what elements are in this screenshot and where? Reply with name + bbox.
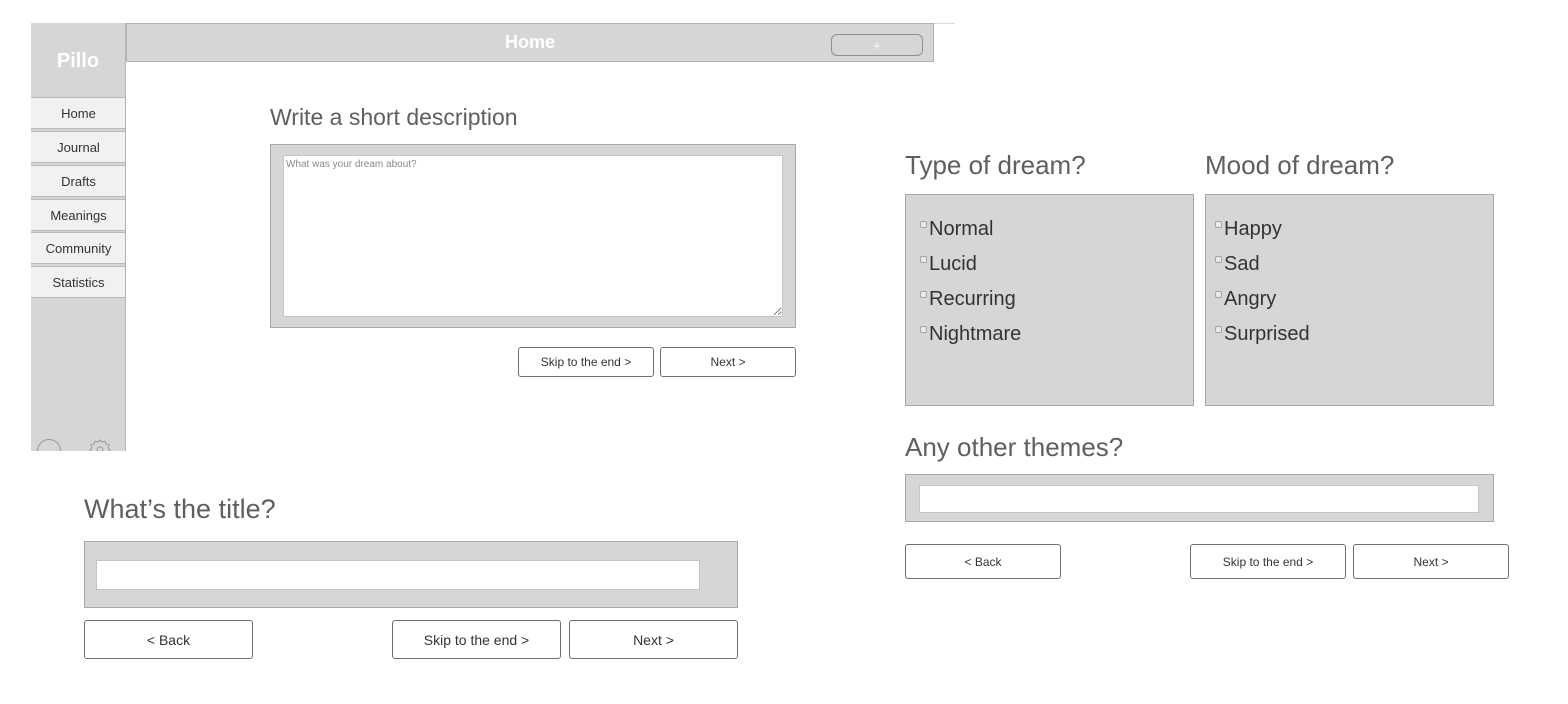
avatar-icon[interactable]	[37, 439, 61, 451]
dream-description-textarea[interactable]	[283, 155, 783, 317]
checkbox[interactable]	[1215, 221, 1222, 228]
back-button[interactable]: < Back	[905, 544, 1061, 579]
next-button[interactable]: Next >	[569, 620, 738, 659]
other-themes-input[interactable]	[919, 485, 1479, 513]
option-normal[interactable]: Normal	[920, 215, 993, 249]
sidebar-item-label: Home	[61, 105, 96, 121]
skip-to-end-button[interactable]: Skip to the end >	[392, 620, 561, 659]
checkbox[interactable]	[1215, 326, 1222, 333]
sidebar: Pillo Home Journal Drafts Meanings Commu…	[31, 23, 126, 451]
option-sad[interactable]: Sad	[1215, 250, 1260, 284]
title-input[interactable]	[96, 560, 700, 590]
option-label: Recurring	[929, 288, 1016, 310]
description-panel	[270, 144, 796, 328]
app-logo: Pillo	[56, 49, 100, 72]
checkbox[interactable]	[1215, 256, 1222, 263]
sidebar-item-journal[interactable]: Journal	[31, 131, 125, 163]
option-lucid[interactable]: Lucid	[920, 250, 977, 284]
option-label: Happy	[1224, 218, 1282, 240]
option-label: Sad	[1224, 253, 1260, 275]
option-label: Normal	[929, 218, 994, 240]
dream-type-heading: Type of dream?	[905, 150, 1086, 180]
gear-icon[interactable]	[89, 437, 111, 451]
option-surprised[interactable]: Surprised	[1215, 320, 1310, 354]
sidebar-item-home[interactable]: Home	[31, 97, 125, 129]
other-themes-heading: Any other themes?	[905, 432, 1124, 462]
description-heading: Write a short description	[270, 104, 518, 130]
option-angry[interactable]: Angry	[1215, 285, 1276, 319]
title-heading: What’s the title?	[84, 494, 276, 524]
sidebar-item-label: Meanings	[50, 207, 107, 223]
sidebar-item-label: Statistics	[52, 274, 105, 290]
sidebar-item-drafts[interactable]: Drafts	[31, 165, 125, 197]
next-button[interactable]: Next >	[1353, 544, 1509, 579]
dream-mood-list: Happy Sad Angry Surprised	[1215, 215, 1475, 365]
next-button[interactable]: Next >	[660, 347, 796, 377]
dream-mood-panel: Happy Sad Angry Surprised	[1205, 194, 1494, 406]
back-button[interactable]: < Back	[84, 620, 253, 659]
other-themes-panel	[905, 474, 1494, 522]
header-bar: Home +	[126, 23, 934, 62]
sidebar-footer	[31, 435, 125, 451]
skip-to-end-button[interactable]: Skip to the end >	[1190, 544, 1346, 579]
sidebar-item-community[interactable]: Community	[31, 232, 125, 264]
sidebar-item-label: Community	[45, 240, 112, 256]
option-label: Surprised	[1224, 323, 1310, 345]
sidebar-item-label: Drafts	[61, 173, 96, 189]
checkbox[interactable]	[920, 291, 927, 298]
sidebar-item-label: Journal	[57, 139, 100, 155]
checkbox[interactable]	[920, 256, 927, 263]
add-entry-button[interactable]: +	[831, 34, 923, 56]
dream-mood-heading: Mood of dream?	[1205, 150, 1395, 180]
checkbox[interactable]	[920, 221, 927, 228]
sidebar-item-meanings[interactable]: Meanings	[31, 199, 125, 231]
option-label: Lucid	[929, 253, 977, 275]
checkbox[interactable]	[920, 326, 927, 333]
page-title: Home	[504, 32, 555, 52]
dream-type-panel: Normal Lucid Recurring Nightmare	[905, 194, 1194, 406]
skip-to-end-button[interactable]: Skip to the end >	[518, 347, 654, 377]
option-recurring[interactable]: Recurring	[920, 285, 1016, 319]
checkbox[interactable]	[1215, 291, 1222, 298]
option-label: Angry	[1224, 288, 1277, 310]
option-nightmare[interactable]: Nightmare	[920, 320, 1021, 354]
sidebar-item-statistics[interactable]: Statistics	[31, 266, 125, 298]
dream-type-list: Normal Lucid Recurring Nightmare	[920, 215, 1180, 365]
title-panel	[84, 541, 738, 608]
option-happy[interactable]: Happy	[1215, 215, 1282, 249]
option-label: Nightmare	[929, 323, 1022, 345]
